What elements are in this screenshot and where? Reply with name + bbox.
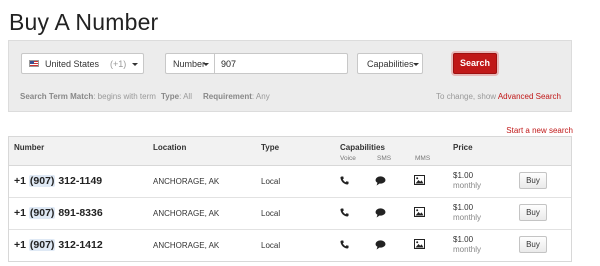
location-cell: ANCHORAGE, AK (153, 177, 220, 186)
header-mms: MMS (415, 155, 431, 162)
area-code: (907) (28, 207, 56, 219)
table-row: +1 (907) 312-1149 ANCHORAGE, AK Local $1… (9, 166, 571, 198)
location-cell: ANCHORAGE, AK (153, 209, 220, 218)
capabilities-dropdown[interactable]: Capabilities (357, 53, 423, 74)
search-input[interactable] (214, 53, 348, 74)
location-cell: ANCHORAGE, AK (153, 241, 220, 250)
criteria-match-label: Search Term Match (20, 92, 94, 101)
results-table: Number Location Type Capabilities Price … (8, 136, 572, 262)
price-amount: $1.00 (453, 171, 474, 180)
search-panel: United States (+1) Number Capabilities S… (8, 40, 572, 112)
table-row: +1 (907) 891-8336 ANCHORAGE, AK Local $1… (9, 198, 571, 230)
criteria-requirement: Requirement: Any (203, 92, 270, 101)
criteria-type: Type: All (161, 92, 192, 101)
header-number: Number (14, 143, 45, 152)
buy-button[interactable]: Buy (519, 236, 547, 253)
criteria-match: Search Term Match: begins with term (20, 92, 156, 101)
chevron-down-icon (413, 63, 419, 66)
phone-icon (340, 208, 349, 217)
price-period: monthly (453, 181, 482, 190)
table-header: Number Location Type Capabilities Price … (9, 137, 571, 166)
header-location: Location (153, 143, 187, 152)
criteria-match-value: : begins with term (93, 92, 156, 101)
change-hint: To change, show Advanced Search (436, 92, 561, 101)
price-cell: $1.00 monthly (453, 235, 481, 255)
image-icon (414, 207, 425, 217)
country-name: United States (45, 59, 100, 69)
price-amount: $1.00 (453, 235, 474, 244)
header-capabilities: Capabilities (340, 143, 385, 152)
image-icon (414, 175, 425, 185)
change-hint-text: To change, show (436, 92, 498, 101)
number-rest: 312-1149 (55, 175, 103, 187)
chevron-down-icon (203, 63, 209, 66)
type-cell: Local (261, 209, 281, 218)
price-cell: $1.00 monthly (453, 171, 481, 191)
header-price: Price (453, 143, 473, 152)
criteria-requirement-value: : Any (251, 92, 270, 101)
image-icon (414, 239, 425, 249)
search-type-label: Number (173, 59, 206, 69)
price-period: monthly (453, 245, 482, 254)
number-prefix: +1 (14, 175, 29, 187)
buy-button[interactable]: Buy (519, 204, 547, 221)
header-voice: Voice (340, 155, 356, 162)
page-title: Buy A Number (9, 9, 159, 35)
criteria-type-label: Type (161, 92, 180, 101)
start-new-search-link[interactable]: Start a new search (506, 126, 573, 135)
country-code: (+1) (110, 59, 127, 69)
type-cell: Local (261, 241, 281, 250)
type-cell: Local (261, 177, 281, 186)
phone-number: +1 (907) 312-1149 (14, 175, 102, 187)
chat-icon (375, 208, 386, 218)
price-period: monthly (453, 213, 482, 222)
header-sms: SMS (377, 155, 392, 162)
criteria-requirement-label: Requirement (203, 92, 252, 101)
criteria-type-value: : All (179, 92, 192, 101)
us-flag-icon (29, 60, 39, 67)
capabilities-label: Capabilities (367, 59, 414, 69)
number-prefix: +1 (14, 239, 29, 251)
advanced-search-link[interactable]: Advanced Search (498, 92, 561, 101)
price-cell: $1.00 monthly (453, 203, 481, 223)
country-select[interactable]: United States (+1) (21, 53, 144, 74)
area-code: (907) (28, 175, 56, 187)
buy-button[interactable]: Buy (519, 172, 547, 189)
number-rest: 891-8336 (55, 207, 103, 219)
phone-icon (340, 240, 349, 249)
area-code: (907) (28, 239, 56, 251)
chevron-down-icon (132, 63, 138, 66)
phone-number: +1 (907) 891-8336 (14, 207, 103, 219)
number-rest: 312-1412 (55, 239, 103, 251)
chat-icon (375, 176, 386, 186)
number-prefix: +1 (14, 207, 29, 219)
phone-icon (340, 176, 349, 185)
price-amount: $1.00 (453, 203, 474, 212)
header-type: Type (261, 143, 280, 152)
phone-number: +1 (907) 312-1412 (14, 239, 103, 251)
chat-icon (375, 240, 386, 250)
table-row: +1 (907) 312-1412 ANCHORAGE, AK Local $1… (9, 230, 571, 261)
search-type-select[interactable]: Number (165, 53, 215, 74)
search-button[interactable]: Search (453, 53, 497, 74)
